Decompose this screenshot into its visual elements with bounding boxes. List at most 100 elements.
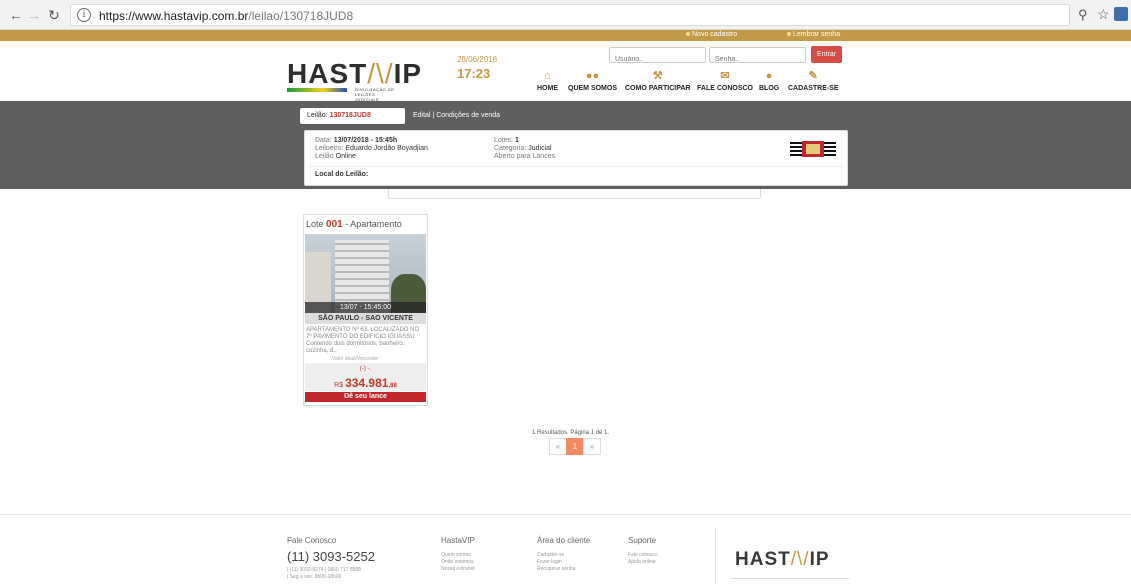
label: Leiloeiro: [315, 145, 346, 152]
footer-link-extranet[interactable]: Nossa extranet [441, 566, 475, 573]
menu-item-como-participar[interactable]: ⚒ COMO PARTICIPAR [625, 70, 690, 92]
lot-city: SÃO PAULO - SAO VICENTE [305, 313, 426, 324]
footer-col-contact: Fale Conosco [287, 536, 336, 545]
bookmark-star-icon[interactable]: ☆ [1097, 6, 1110, 23]
currency: R$ [334, 382, 346, 389]
menu-label: FALE CONOSCO [697, 85, 754, 92]
results-count: 1 Resultados. Página 1 de 1. [532, 430, 610, 436]
pagination-page-1[interactable]: 1 [566, 438, 584, 455]
price-main: 334.981 [345, 376, 389, 390]
value: Judicial [528, 145, 552, 152]
label: Lotes: [494, 137, 516, 144]
footer-col-hastavip: HastaVIP [441, 536, 475, 545]
footer-link-ajuda[interactable]: Ajuda online [628, 559, 656, 566]
top-bar: Novo cadastro Lembrar senha [0, 30, 1131, 41]
back-arrow-icon[interactable]: ← [8, 7, 24, 23]
address-bar[interactable]: i https://www.hastavip.com.br/leilao/130… [70, 4, 1070, 26]
logo-main: HAST [287, 58, 368, 89]
footer-logo-underline [731, 578, 849, 579]
footer-link-cadastre[interactable]: Cadastre-se [537, 552, 564, 559]
info-data: Data: 13/07/2018 - 15:45h [315, 137, 397, 144]
footer-link-onde-estamos[interactable]: Onde estamos [441, 559, 474, 566]
label: Data: [315, 137, 334, 144]
people-icon: ●● [585, 70, 600, 82]
pagination-prev[interactable]: « [549, 438, 567, 455]
menu-label: COMO PARTICIPAR [625, 85, 691, 92]
chat-icon: ● [765, 70, 773, 82]
dot-icon [787, 32, 791, 37]
info-categoria: Categoria: Judicial [494, 145, 552, 152]
info-lotes: Lotes: 1 [494, 137, 519, 144]
footer-phone-extra: | (11) 3032-9274 | 0800 717 8888 [287, 567, 361, 573]
value: Eduardo Jordão Boyadjian [345, 145, 428, 152]
lot-price: R$ 334.981,88 [305, 376, 426, 390]
logo-end: IP [393, 58, 423, 89]
lembrar-senha-link[interactable]: Lembrar senha [787, 31, 840, 38]
logo-end: IP [809, 549, 830, 570]
footer-col-suporte: Suporte [628, 536, 656, 545]
tab-leilao[interactable]: Leilão: 130718JUD8 [300, 108, 405, 124]
menu-item-quem-somos[interactable]: ●● QUEM SOMOS [568, 70, 617, 92]
reload-icon[interactable]: ↻ [46, 7, 62, 23]
logo-stripe [287, 88, 347, 92]
valor-label: Valor atual/Vencedor [332, 356, 379, 362]
label: Categoria: [494, 145, 529, 152]
price-cents: ,88 [388, 383, 397, 389]
tab-edital[interactable]: Edital | Condições de venda [413, 108, 500, 124]
card-shadow-tab [388, 189, 761, 199]
url-domain: https://www.hastavip.com.br [99, 9, 249, 23]
header-date: 28/06/2018 [457, 55, 498, 64]
footer-heading: Área do cliente [537, 536, 591, 545]
lot-title[interactable]: Lote 001 - Apartamento [306, 219, 402, 230]
mail-icon: ✉ [720, 70, 730, 82]
menu-item-cadastre-se[interactable]: ✎ CADASTRE-SE [788, 70, 839, 92]
username-field[interactable] [609, 47, 706, 67]
info-leiloeiro: Leiloeiro: Eduardo Jordão Boyadjian [315, 145, 428, 152]
menu-item-fale-conosco[interactable]: ✉ FALE CONOSCO [697, 70, 753, 92]
menu-label: HOME [537, 85, 558, 92]
menu-item-blog[interactable]: ● BLOG [759, 70, 779, 92]
lot-card[interactable]: Lote 001 - Apartamento 13/07 - 15:45:00 … [303, 214, 428, 406]
forward-arrow-icon[interactable]: → [26, 7, 42, 23]
password-input[interactable] [710, 52, 805, 67]
menu-label: QUEM SOMOS [568, 85, 618, 92]
url-path: /leilao/130718JUD8 [248, 9, 354, 23]
value: 13/07/2018 - 15:45h [333, 137, 398, 144]
price-diff: (-) -. [359, 366, 372, 372]
footer-link-fale[interactable]: Fale conosco [628, 552, 658, 559]
novo-cadastro-label: Novo cadastro [692, 31, 738, 38]
footer-heading: Suporte [628, 536, 657, 545]
header-time: 17:23 [457, 66, 491, 81]
info-status: Aberto para Lances [494, 153, 556, 160]
lot-photo[interactable]: 13/07 - 15:45:00 [305, 234, 426, 313]
password-field[interactable] [709, 47, 806, 67]
divider [309, 166, 843, 167]
menu-item-home[interactable]: ⌂ HOME [537, 70, 558, 92]
logo-main: HAST [735, 549, 791, 570]
footer-link-recuperar[interactable]: Recuperar senha [537, 566, 575, 573]
info-local: Local do Leilão: [315, 171, 369, 178]
logo-accent: /\/ [790, 549, 810, 570]
footer-col-cliente: Área do cliente [537, 536, 590, 545]
site-logo[interactable]: HAST/\/IP [287, 58, 422, 90]
info-icon[interactable]: i [77, 8, 91, 22]
url-text[interactable]: https://www.hastavip.com.br/leilao/13071… [99, 9, 353, 23]
novo-cadastro-link[interactable]: Novo cadastro [686, 31, 737, 38]
zoom-icon[interactable]: ⚲ [1078, 7, 1088, 23]
lot-type: - Apartamento [342, 219, 402, 229]
pagination-next[interactable]: » [583, 438, 601, 455]
gavel-icon: ⚒ [652, 70, 663, 82]
bid-button[interactable]: Dê seu lance [305, 392, 426, 402]
entrar-button[interactable]: Entrar [811, 46, 842, 63]
extension-icon[interactable] [1114, 7, 1128, 21]
label: Leilão [315, 153, 336, 160]
footer-link-login[interactable]: Fazer login [537, 559, 562, 566]
price-box: (-) -. R$ 334.981,88 [305, 363, 426, 391]
footer-phone[interactable]: (11) 3093-5252 [287, 549, 375, 564]
info-leilao: Leilão Online [315, 153, 356, 160]
footer-logo[interactable]: HAST/\/IP [735, 549, 830, 571]
lot-prefix: Lote [306, 219, 327, 229]
footer-link-quem-somos[interactable]: Quem somos [441, 552, 471, 559]
username-input[interactable] [610, 52, 705, 67]
tab-prefix: Leilão: [307, 112, 330, 119]
